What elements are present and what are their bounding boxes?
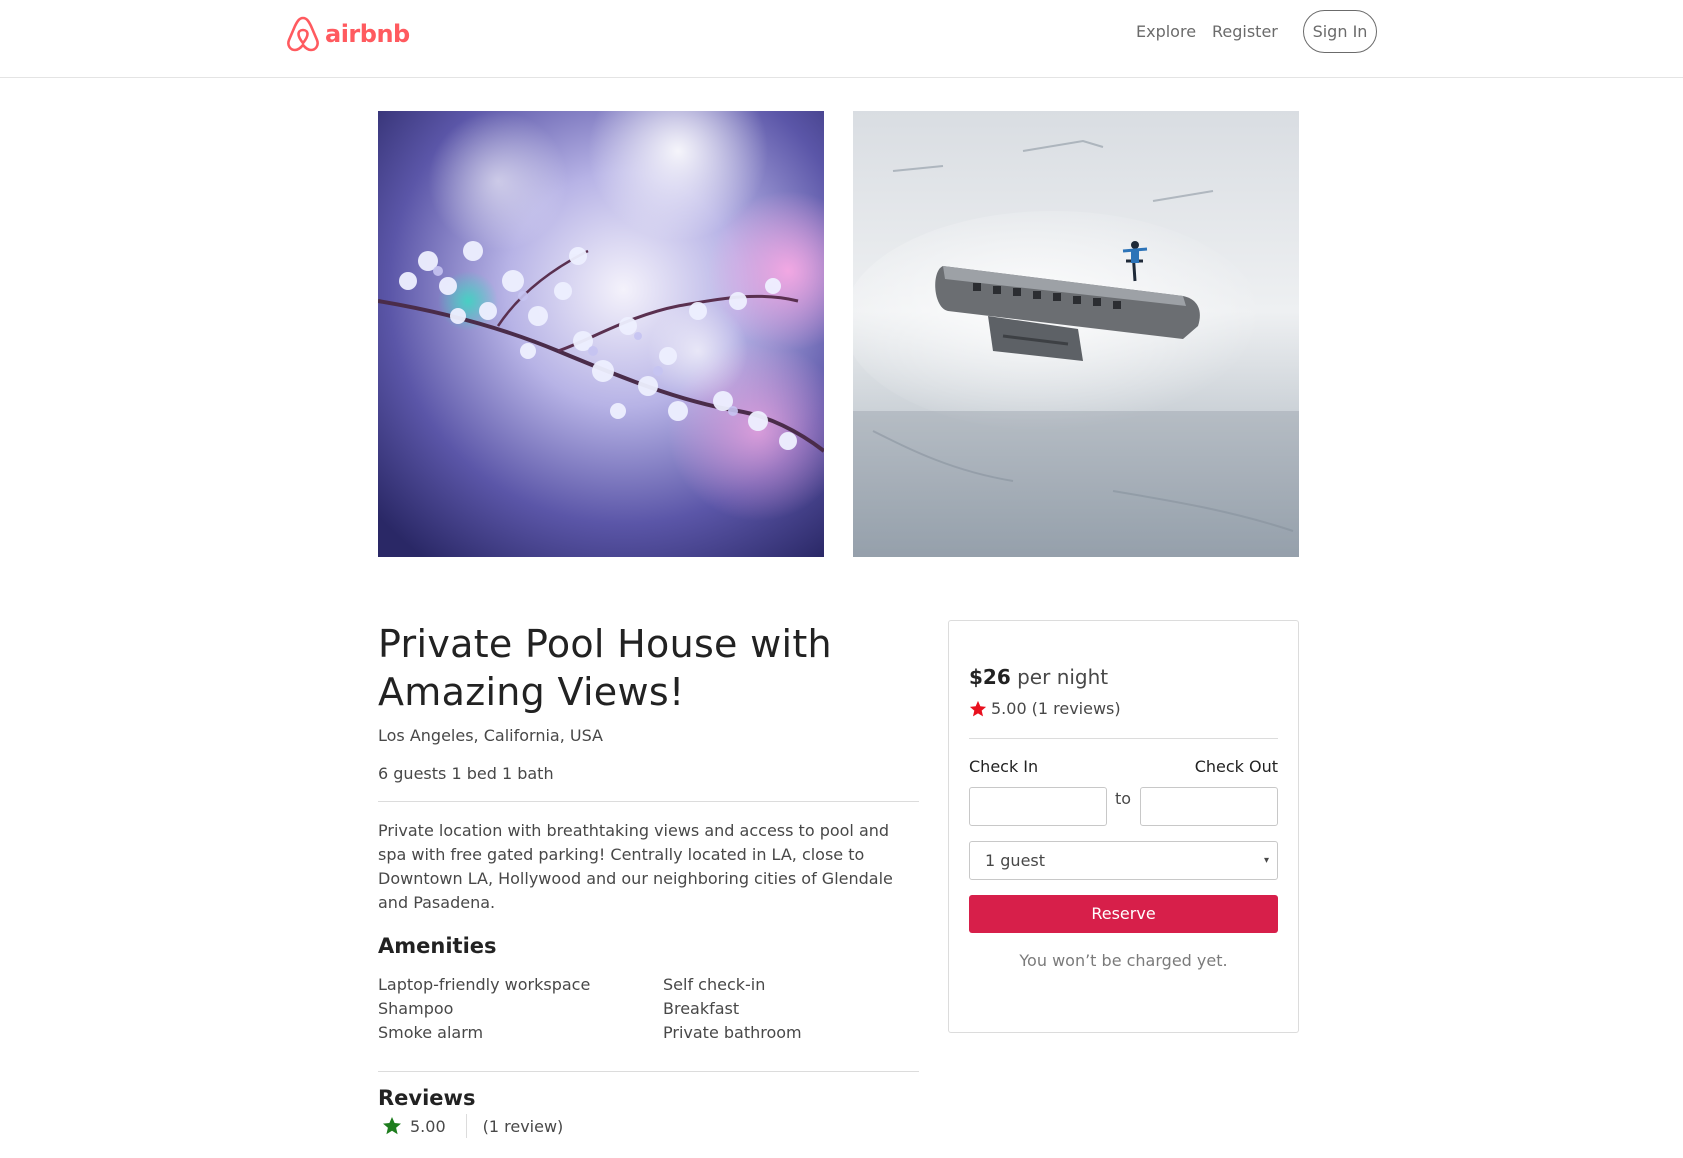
- reviews-count: (1 review): [482, 1116, 564, 1136]
- reviews-summary: 5.00 (1 review): [378, 1114, 919, 1138]
- cherry-blossom-photo: [378, 111, 824, 557]
- listing-location: Los Angeles, California, USA: [378, 726, 603, 745]
- listing-description: Private location with breathtaking views…: [378, 821, 893, 912]
- divider: [378, 1071, 919, 1072]
- logo-text: airbnb: [325, 20, 410, 48]
- price-unit: per night: [1017, 665, 1109, 689]
- amenity-item: Self check-in: [663, 975, 766, 994]
- check-in-input[interactable]: [969, 787, 1107, 826]
- top-nav-bar: airbnb Explore Register Sign In: [0, 0, 1683, 78]
- booking-card: $26 per night 5.00 (1 reviews) Check In …: [948, 620, 1299, 1033]
- amenity-item: Laptop-friendly workspace: [378, 975, 591, 994]
- nav-register-link[interactable]: Register: [1212, 22, 1278, 41]
- nav-explore-link[interactable]: Explore: [1136, 22, 1196, 41]
- star-icon: [382, 1116, 402, 1136]
- amenities-title: Amenities: [378, 934, 497, 958]
- listing-details: Private Pool House with Amazing Views! L…: [378, 620, 919, 1138]
- booking-rating-value: 5.00: [991, 699, 1027, 718]
- chevron-down-icon: ▾: [1263, 855, 1269, 866]
- amenity-item: Breakfast: [663, 999, 740, 1018]
- guests-selected-value: 1 guest: [985, 851, 1046, 870]
- plane-wreck-image: [853, 111, 1299, 557]
- listing-specs: 6 guests 1 bed 1 bath: [378, 764, 554, 783]
- airbnb-logo[interactable]: airbnb: [285, 14, 410, 54]
- date-range-separator: to: [1115, 789, 1132, 808]
- charge-note: You won’t be charged yet.: [1019, 951, 1228, 970]
- reserve-button[interactable]: Reserve: [969, 895, 1278, 933]
- booking-review-count: (1 reviews): [1031, 699, 1121, 718]
- guests-select[interactable]: 1 guest ▾: [969, 841, 1278, 880]
- check-out-label: Check Out: [1194, 757, 1278, 776]
- divider: [465, 1114, 467, 1138]
- amenity-item: Private bathroom: [663, 1023, 802, 1042]
- price-line: $26 per night: [969, 665, 1108, 689]
- price-amount: $26: [969, 665, 1011, 689]
- blossom-branch-image: [378, 111, 824, 557]
- check-in-label: Check In: [969, 757, 1039, 776]
- check-out-input[interactable]: [1140, 787, 1278, 826]
- sign-in-button[interactable]: Sign In: [1303, 10, 1377, 53]
- star-icon: [969, 700, 987, 718]
- airbnb-logo-icon: [287, 16, 319, 52]
- reviews-title: Reviews: [378, 1086, 476, 1110]
- amenity-item: Smoke alarm: [378, 1023, 484, 1042]
- reviews-rating: 5.00: [410, 1116, 446, 1136]
- listing-title: Private Pool House with Amazing Views!: [378, 622, 832, 714]
- amenity-item: Shampoo: [378, 999, 454, 1018]
- amenities-list: Laptop-friendly workspace Self check-in …: [378, 973, 919, 1045]
- booking-rating: 5.00 (1 reviews): [969, 699, 1121, 718]
- divider: [969, 738, 1278, 739]
- divider: [378, 801, 919, 802]
- plane-wreck-snow-photo: [853, 111, 1299, 557]
